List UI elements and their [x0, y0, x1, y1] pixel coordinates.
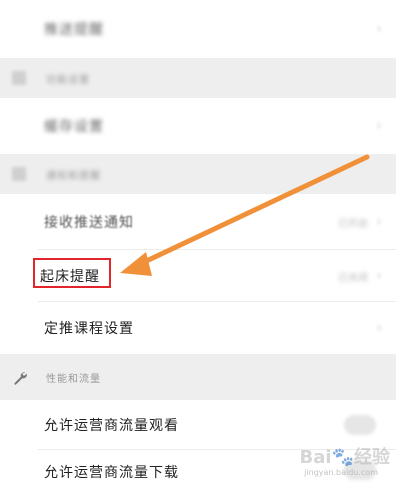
chevron-right-icon: › [376, 214, 382, 230]
settings-row-top[interactable]: 推送提醒 › [0, 0, 396, 58]
settings-row-cache[interactable]: 缓存设置 › [0, 98, 396, 154]
settings-row-course-schedule[interactable]: 定推课程设置 › [0, 302, 396, 354]
settings-row-label: 允许运营商流量下载 [44, 465, 179, 481]
settings-row-label: 缓存设置 [44, 119, 104, 135]
wrench-icon [14, 372, 27, 385]
chevron-right-icon: › [376, 320, 382, 336]
chevron-right-icon: › [376, 118, 382, 134]
watermark-logo: Bai🐾经验 [299, 447, 390, 468]
chevron-right-icon: › [376, 268, 382, 284]
settings-row-value: 已开启 [338, 218, 368, 230]
section-header-1: 功能设置 [0, 58, 396, 98]
section-header-2: 通知和提醒 [0, 154, 396, 194]
highlight-box [33, 258, 111, 288]
settings-row-value: 已关闭 [338, 272, 368, 284]
settings-row-label: 推送提醒 [44, 22, 104, 38]
section-title: 功能设置 [46, 74, 90, 86]
toggle-switch[interactable] [344, 415, 376, 435]
bell-icon [12, 167, 26, 181]
settings-icon [12, 71, 26, 85]
settings-row-push-notify[interactable]: 接收推送通知 已开启 › [0, 194, 396, 250]
chevron-right-icon: › [376, 21, 382, 37]
section-header-3: 性能和流量 [0, 354, 396, 400]
watermark-url: jingyan.baidu.com [304, 468, 378, 477]
settings-row-label: 允许运营商流量观看 [44, 418, 179, 434]
section-title: 性能和流量 [46, 373, 101, 385]
settings-row-label: 定推课程设置 [44, 321, 134, 337]
section-title: 通知和提醒 [46, 170, 101, 182]
settings-row-label: 接收推送通知 [44, 215, 134, 231]
